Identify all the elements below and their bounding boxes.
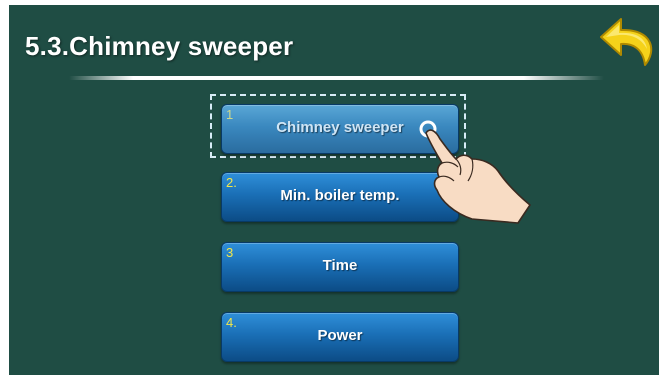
title-divider <box>69 76 604 80</box>
back-button[interactable] <box>597 13 659 75</box>
undo-arrow-icon <box>600 18 653 66</box>
hand-pointer-icon <box>419 120 531 224</box>
menu-button-time[interactable]: 3 Time <box>221 242 459 292</box>
screen: 5.3.Chimney sweeper 1 Chimney sweeper 2.… <box>9 5 659 375</box>
menu-button-power[interactable]: 4. Power <box>221 312 459 362</box>
page-title: 5.3.Chimney sweeper <box>25 31 294 61</box>
menu-item-label: Time <box>322 257 358 274</box>
menu-item-label: Power <box>317 327 363 344</box>
